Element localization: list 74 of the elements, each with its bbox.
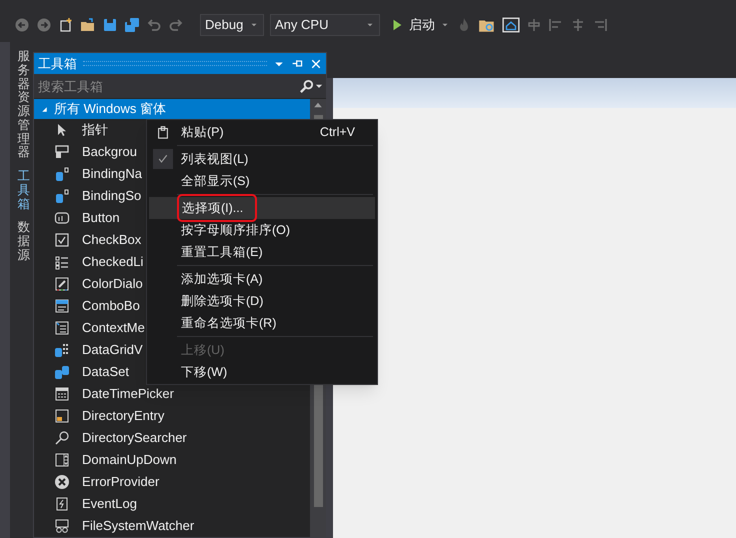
side-tab[interactable]: 服务器资源管理器: [18, 50, 30, 160]
redo-icon[interactable]: [168, 17, 184, 33]
spinner-icon: [54, 452, 70, 468]
toolbox-item[interactable]: BindingNa: [82, 164, 142, 184]
align-center-icon[interactable]: [526, 17, 542, 33]
new-project-icon[interactable]: [58, 17, 74, 33]
checkbox-icon: [54, 232, 70, 248]
eyedropper-icon: [54, 276, 70, 292]
database-icon: [54, 188, 70, 204]
toolbox-item[interactable]: CheckBox: [82, 230, 142, 250]
menu-item[interactable]: 重置工具箱(E): [149, 241, 375, 263]
menu-icon: [54, 320, 70, 336]
menu-item[interactable]: 选择项(I)...: [149, 197, 375, 219]
database-icon: [54, 166, 70, 182]
start-button[interactable]: 启动: [390, 15, 450, 35]
align-left-icon[interactable]: [548, 17, 564, 33]
menu-item[interactable]: 删除选项卡(D): [149, 290, 375, 312]
close-icon[interactable]: [310, 58, 322, 70]
search-icon: [299, 78, 314, 94]
save-all-icon[interactable]: [124, 17, 140, 33]
toolbox-item[interactable]: DateTimePicker: [82, 384, 174, 404]
combobox-icon: [54, 298, 70, 314]
undo-icon[interactable]: [146, 17, 162, 33]
database-icon: [54, 364, 70, 380]
toolbox-item[interactable]: ComboBo: [82, 296, 140, 316]
window-icon: [54, 144, 70, 160]
checklist-icon: [54, 254, 70, 270]
back-icon[interactable]: [14, 17, 30, 33]
toolbox-item[interactable]: DomainUpDown: [82, 450, 177, 470]
collapse-triangle-icon: [40, 104, 49, 114]
window-icon: [54, 408, 70, 424]
side-tab[interactable]: 数据源: [18, 221, 30, 262]
toolbox-item[interactable]: Backgrou: [82, 142, 137, 162]
forward-icon[interactable]: [36, 17, 52, 33]
error-icon: [54, 474, 70, 490]
calendar-icon: [54, 386, 70, 402]
shortcut-label: Ctrl+V: [320, 124, 355, 141]
glasses-icon: [54, 518, 70, 534]
toolbox-item[interactable]: ColorDialo: [82, 274, 143, 294]
toolbox-item[interactable]: 指针: [82, 120, 108, 140]
toolbox-item[interactable]: DirectoryEntry: [82, 406, 164, 426]
menu-item[interactable]: 下移(W): [149, 361, 375, 383]
menu-item[interactable]: 粘贴(P) Ctrl+V: [149, 121, 375, 143]
home-window-icon[interactable]: [502, 16, 520, 34]
menu-item[interactable]: 添加选项卡(A): [149, 268, 375, 290]
menu-item[interactable]: 列表视图(L): [149, 148, 375, 170]
menu-item[interactable]: 按字母顺序排序(O): [149, 219, 375, 241]
open-folder-icon[interactable]: [80, 17, 96, 33]
toolbox-item[interactable]: Button: [82, 208, 120, 228]
side-tab[interactable]: 工具箱: [18, 170, 30, 212]
toolbox-item[interactable]: FileSystemWatcher: [82, 516, 194, 536]
lightning-page-icon: [54, 496, 70, 512]
clipboard-icon: [156, 125, 170, 139]
grid-icon: [54, 342, 70, 358]
toolbox-item[interactable]: EventLog: [82, 494, 137, 514]
menu-item[interactable]: 重命名选项卡(R): [149, 312, 375, 334]
check-icon: [157, 153, 169, 165]
button-icon: [54, 210, 70, 226]
toolbox-item[interactable]: DirectorySearcher: [82, 428, 187, 448]
panel-title-bar: 工具箱: [34, 53, 326, 74]
menu-item[interactable]: 全部显示(S): [149, 170, 375, 192]
toolbox-item[interactable]: ErrorProvider: [82, 472, 160, 492]
align-middle-icon[interactable]: [570, 17, 586, 33]
category-header[interactable]: 所有 Windows 窗体: [34, 99, 310, 119]
magnifier-icon: [54, 430, 70, 446]
toolbox-item[interactable]: ContextMe: [82, 318, 145, 338]
toolbox-item[interactable]: DataGridV: [82, 340, 143, 360]
toolbox-item[interactable]: CheckedLi: [82, 252, 144, 272]
configuration-dropdown[interactable]: Debug: [200, 14, 264, 36]
align-right-icon[interactable]: [592, 17, 608, 33]
save-icon[interactable]: [102, 17, 118, 33]
toolbox-item[interactable]: DataSet: [82, 362, 129, 382]
toolbox-item[interactable]: BindingSo: [82, 186, 142, 206]
platform-dropdown[interactable]: Any CPU: [270, 14, 380, 36]
